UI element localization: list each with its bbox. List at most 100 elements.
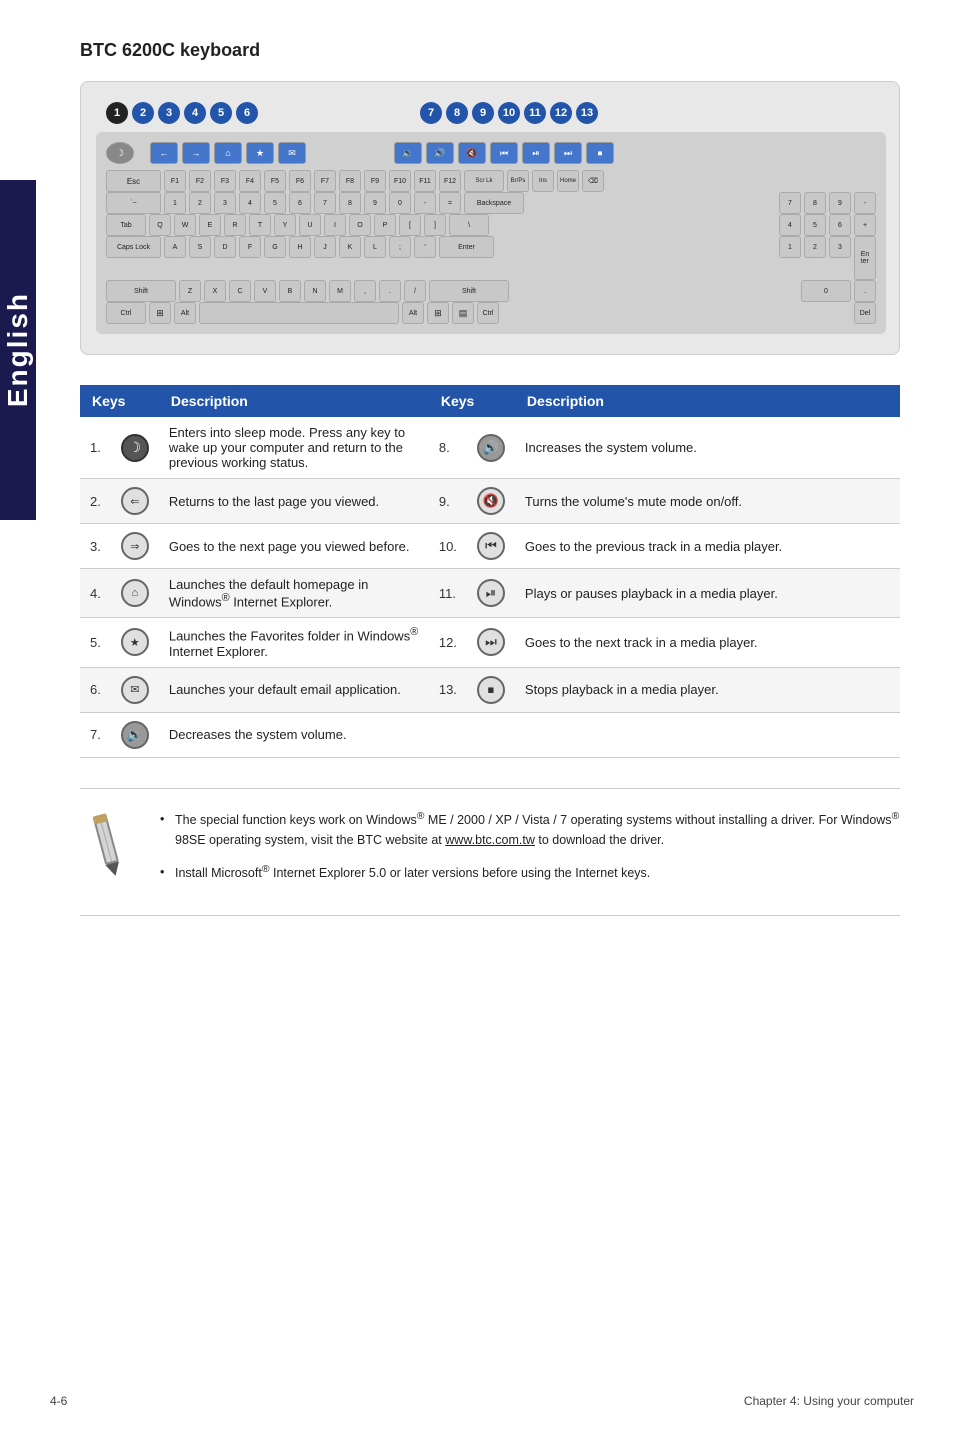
pencil-icon (80, 809, 135, 879)
3-key: 3 (214, 192, 236, 214)
np6-key: 6 (829, 214, 851, 236)
rbracket-key: ] (424, 214, 446, 236)
row-num-right: 11. (429, 569, 467, 618)
r-key: R (224, 214, 246, 236)
row-num-left: 3. (80, 524, 111, 569)
row-num-left: 4. (80, 569, 111, 618)
e-key: E (199, 214, 221, 236)
note-section: The special function keys work on Window… (80, 788, 900, 916)
key-icon-right: ⏭ (467, 618, 515, 667)
1-key: 1 (164, 192, 186, 214)
f9-key: F9 (364, 170, 386, 192)
np2-key: 2 (804, 236, 826, 258)
key-icon-left: ★ (111, 618, 159, 667)
voldown-icon: 🔉 (121, 721, 149, 749)
desc-left: Launches the default homepage in Windows… (159, 569, 429, 618)
key-icon-left: ⇐ (111, 479, 159, 524)
desc-right: Goes to the previous track in a media pl… (515, 524, 900, 569)
f2-key: F2 (189, 170, 211, 192)
num-label-4: 4 (184, 102, 206, 124)
table-row: 4. ⌂ Launches the default homepage in Wi… (80, 569, 900, 618)
row-num-left: 7. (80, 712, 111, 757)
th-desc-right: Description (515, 385, 900, 417)
note-text-2: Install Microsoft® Internet Explorer 5.0… (175, 866, 650, 880)
capslock-key: Caps Lock (106, 236, 161, 258)
np3-key: 3 (829, 236, 851, 258)
quote-key: ' (414, 236, 436, 258)
zxcv-row: Shift Z X C V B N M , . / Shift 0 . (106, 280, 876, 302)
npminus-key: - (854, 192, 876, 214)
desc-left: Decreases the system volume. (159, 712, 429, 757)
f11-key: F11 (414, 170, 436, 192)
key-icon-right: ⏯ (467, 569, 515, 618)
stop-icon: ⏹ (477, 676, 505, 704)
y-key: Y (274, 214, 296, 236)
row-num-right (429, 712, 467, 757)
key-icon-right: 🔊 (467, 417, 515, 479)
sleep-icon: ☽ (121, 434, 149, 462)
f3-key: F3 (214, 170, 236, 192)
chapter-label: Chapter 4: Using your computer (744, 1394, 914, 1408)
num-label-10: 10 (498, 102, 520, 124)
q-key: Q (149, 214, 171, 236)
table-body: 1. ☽ Enters into sleep mode. Press any k… (80, 417, 900, 757)
desc-left: Enters into sleep mode. Press any key to… (159, 417, 429, 479)
num-label-5: 5 (210, 102, 232, 124)
npplus-key: + (854, 214, 876, 236)
side-tab-text: English (2, 292, 34, 407)
win-key: ⊞ (149, 302, 171, 324)
key-icon-left: ⇒ (111, 524, 159, 569)
bottom-row: Ctrl ⊞ Alt Alt ⊞ ▤ Ctrl Del (106, 302, 876, 324)
desc-left: Returns to the last page you viewed. (159, 479, 429, 524)
fwd-key-icon: → (182, 142, 210, 164)
desc-right: Stops playback in a media player. (515, 667, 900, 712)
page-title: BTC 6200C keyboard (80, 40, 914, 61)
np5-key: 5 (804, 214, 826, 236)
table-row: 7. 🔉 Decreases the system volume. (80, 712, 900, 757)
mute-icon: 🔇 (477, 487, 505, 515)
menu-key: ▤ (452, 302, 474, 324)
num-group-1: 1 2 3 4 5 6 (106, 102, 260, 124)
g-key: G (264, 236, 286, 258)
backspace-key: Backspace (464, 192, 524, 214)
table-head: Keys Description Keys Description (80, 385, 900, 417)
table-header-row: Keys Description Keys Description (80, 385, 900, 417)
note-item-1: The special function keys work on Window… (160, 809, 900, 850)
num-row: `~ 1 2 3 4 5 6 7 8 9 0 - = Backspace 7 8… (106, 192, 876, 214)
enter-key: Enter (439, 236, 494, 258)
mute-key-icon: 🔇 (458, 142, 486, 164)
v-key: V (254, 280, 276, 302)
6-key: 6 (289, 192, 311, 214)
table-row: 2. ⇐ Returns to the last page you viewed… (80, 479, 900, 524)
fav-key-icon: ★ (246, 142, 274, 164)
num-label-7: 7 (420, 102, 442, 124)
row-num-left: 5. (80, 618, 111, 667)
d-key: D (214, 236, 236, 258)
table-row: 5. ★ Launches the Favorites folder in Wi… (80, 618, 900, 667)
z-key: Z (179, 280, 201, 302)
equal-key: = (439, 192, 461, 214)
tab-key: Tab (106, 214, 146, 236)
tilde-key: `~ (106, 192, 161, 214)
np8-key: 8 (804, 192, 826, 214)
ctrl-key: Ctrl (106, 302, 146, 324)
npenter-key: Enter (854, 236, 876, 280)
key-icon-left: ✉ (111, 667, 159, 712)
5-key: 5 (264, 192, 286, 214)
c-key: C (229, 280, 251, 302)
f12-key: F12 (439, 170, 461, 192)
row-num-right: 9. (429, 479, 467, 524)
volup-icon: 🔊 (477, 434, 505, 462)
keys-table: Keys Description Keys Description 1. ☽ E… (80, 385, 900, 758)
w-key: W (174, 214, 196, 236)
scrlk-key: Scr Lk (464, 170, 504, 192)
ins-key: Ins (532, 170, 554, 192)
npdot-key: . (854, 280, 876, 302)
backslash-key: \ (449, 214, 489, 236)
num-label-3: 3 (158, 102, 180, 124)
f4-key: F4 (239, 170, 261, 192)
key-icon-right: ⏮ (467, 524, 515, 569)
note-icon (80, 809, 140, 884)
desc-right: Increases the system volume. (515, 417, 900, 479)
p-key: P (374, 214, 396, 236)
